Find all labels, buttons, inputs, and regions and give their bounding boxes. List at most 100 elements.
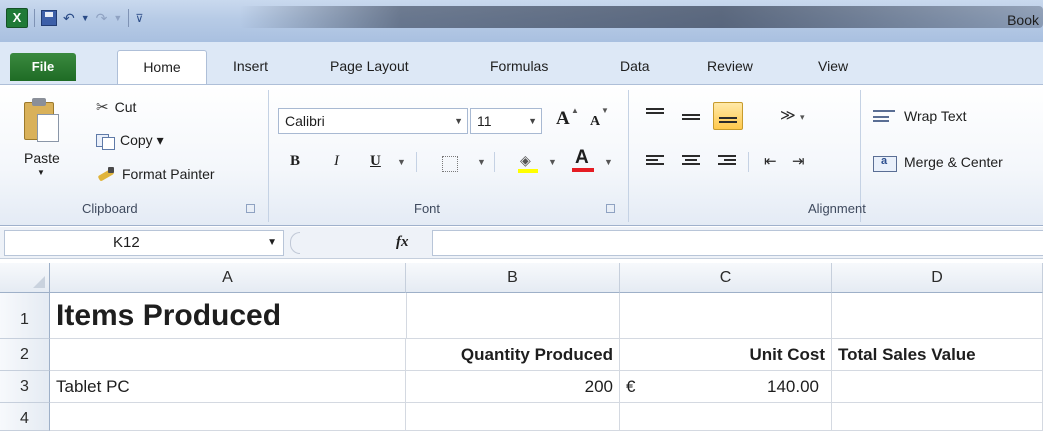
orientation-dropdown-icon[interactable]: ▾ bbox=[800, 112, 805, 123]
select-all-button[interactable] bbox=[0, 263, 50, 293]
formula-input[interactable] bbox=[432, 230, 1043, 256]
underline-dropdown-icon[interactable]: ▼ bbox=[397, 157, 406, 167]
middle-align-icon[interactable] bbox=[682, 114, 700, 128]
tab-formulas[interactable]: Formulas bbox=[490, 58, 548, 74]
increase-indent-icon[interactable]: ⇥ bbox=[792, 152, 805, 170]
cell-d3[interactable] bbox=[832, 371, 1043, 403]
tab-home[interactable]: Home bbox=[117, 50, 207, 84]
align-left-icon[interactable] bbox=[646, 155, 664, 169]
chevron-down-icon: ▼ bbox=[454, 116, 463, 126]
align-right-icon[interactable] bbox=[718, 155, 736, 169]
row-header-2[interactable]: 2 bbox=[0, 339, 50, 371]
cell-b4[interactable] bbox=[406, 403, 620, 431]
cell-d2[interactable]: Total Sales Value bbox=[832, 339, 1043, 371]
worksheet-grid: A B C D 1 Items Produced 2 Quantity Prod… bbox=[0, 263, 1043, 431]
save-icon[interactable] bbox=[41, 10, 57, 26]
cell-b2[interactable]: Quantity Produced bbox=[406, 339, 620, 371]
font-separator bbox=[416, 152, 417, 172]
customize-icon[interactable]: ⊽ bbox=[135, 12, 143, 25]
tab-review[interactable]: Review bbox=[707, 58, 753, 74]
borders-dropdown-icon[interactable]: ▼ bbox=[477, 157, 486, 167]
row-header-3[interactable]: 3 bbox=[0, 371, 50, 403]
tab-view[interactable]: View bbox=[818, 58, 848, 74]
font-group-label: Font bbox=[414, 201, 441, 216]
font-launcher-icon[interactable] bbox=[606, 204, 615, 213]
insert-function-icon[interactable]: fx bbox=[396, 234, 409, 251]
orientation-icon[interactable]: ≫ bbox=[780, 106, 796, 124]
fill-color-icon[interactable]: ◈ bbox=[518, 152, 538, 174]
cut-label: Cut bbox=[114, 99, 137, 115]
alignment-group-label: Alignment bbox=[808, 201, 866, 216]
scissors-icon: ✂ bbox=[96, 99, 109, 116]
cell-a3[interactable]: Tablet PC bbox=[50, 371, 406, 403]
borders-icon[interactable] bbox=[442, 156, 458, 172]
cell-d1[interactable] bbox=[832, 293, 1043, 339]
shrink-font-button[interactable]: A bbox=[590, 114, 600, 130]
paste-button[interactable]: Paste bbox=[24, 150, 60, 166]
align-center-icon[interactable] bbox=[682, 155, 700, 169]
cell-a1[interactable]: Items Produced bbox=[50, 293, 406, 339]
cell-d4[interactable] bbox=[832, 403, 1043, 431]
redo-icon[interactable]: ↷ bbox=[96, 10, 108, 27]
font-name-value: Calibri bbox=[285, 113, 325, 129]
chevron-down-icon: ▼ bbox=[528, 116, 537, 126]
cell-a2[interactable] bbox=[50, 339, 406, 371]
cell-a4[interactable] bbox=[50, 403, 406, 431]
undo-dropdown-icon[interactable]: ▼ bbox=[81, 13, 90, 23]
qat-separator bbox=[128, 9, 130, 27]
column-header-b[interactable]: B bbox=[406, 263, 620, 293]
grow-font-button[interactable]: A bbox=[556, 108, 570, 130]
column-header-c[interactable]: C bbox=[620, 263, 832, 293]
name-box-value: K12 bbox=[113, 234, 140, 251]
underline-button[interactable]: U bbox=[370, 153, 381, 170]
merge-center-icon bbox=[873, 155, 897, 172]
cell-c3[interactable]: € 140.00 bbox=[620, 371, 832, 403]
qat-separator bbox=[34, 9, 35, 27]
group-separator bbox=[268, 90, 269, 222]
row-header-1[interactable]: 1 bbox=[0, 293, 50, 339]
format-painter-label: Format Painter bbox=[122, 166, 215, 182]
column-header-a[interactable]: A bbox=[50, 263, 406, 293]
cut-button[interactable]: ✂ Cut bbox=[96, 98, 136, 116]
column-header-d[interactable]: D bbox=[832, 263, 1043, 293]
document-title: Book bbox=[1007, 12, 1039, 28]
tab-insert[interactable]: Insert bbox=[233, 58, 268, 74]
paste-icon[interactable] bbox=[24, 96, 60, 142]
cell-c3-value: 140.00 bbox=[767, 377, 819, 396]
font-color-icon[interactable]: A bbox=[572, 147, 594, 174]
paste-dropdown-icon[interactable]: ▼ bbox=[37, 168, 45, 177]
cell-b3[interactable]: 200 bbox=[406, 371, 620, 403]
chevron-down-icon[interactable]: ▼ bbox=[267, 231, 277, 255]
clipboard-launcher-icon[interactable] bbox=[246, 204, 255, 213]
shrink-arrow-icon: ▼ bbox=[601, 106, 609, 115]
decrease-indent-icon[interactable]: ⇤ bbox=[764, 152, 777, 170]
font-size-select[interactable]: 11 ▼ bbox=[470, 108, 542, 134]
font-separator bbox=[494, 152, 495, 172]
group-separator bbox=[628, 90, 629, 222]
italic-button[interactable]: I bbox=[334, 153, 339, 170]
merge-center-button[interactable]: Merge & Center bbox=[904, 154, 1003, 170]
format-painter-button[interactable]: Format Painter bbox=[96, 166, 215, 182]
wrap-text-button[interactable]: Wrap Text bbox=[904, 108, 967, 124]
row-header-4[interactable]: 4 bbox=[0, 403, 50, 431]
top-align-icon[interactable] bbox=[646, 108, 664, 122]
cell-c4[interactable] bbox=[620, 403, 832, 431]
title-bar: X ↶ ▼ ↷ ▼ ⊽ Book bbox=[0, 0, 1043, 42]
redo-dropdown-icon[interactable]: ▼ bbox=[113, 13, 122, 23]
excel-logo-icon[interactable]: X bbox=[6, 8, 28, 28]
cell-c1[interactable] bbox=[620, 293, 832, 339]
cell-b1[interactable] bbox=[406, 293, 620, 339]
cell-c2[interactable]: Unit Cost bbox=[620, 339, 832, 371]
undo-icon[interactable]: ↶ bbox=[63, 10, 75, 27]
tab-data[interactable]: Data bbox=[620, 58, 650, 74]
bold-button[interactable]: B bbox=[290, 153, 300, 170]
name-box[interactable]: K12 ▼ bbox=[4, 230, 284, 256]
tab-page-layout[interactable]: Page Layout bbox=[330, 58, 409, 74]
copy-button[interactable]: Copy ▾ bbox=[96, 132, 164, 150]
clipboard-group-label: Clipboard bbox=[82, 201, 138, 216]
tab-file[interactable]: File bbox=[10, 53, 76, 81]
alignment-separator bbox=[748, 152, 749, 172]
font-color-dropdown-icon[interactable]: ▼ bbox=[604, 157, 613, 167]
font-name-select[interactable]: Calibri ▼ bbox=[278, 108, 468, 134]
fill-color-dropdown-icon[interactable]: ▼ bbox=[548, 157, 557, 167]
